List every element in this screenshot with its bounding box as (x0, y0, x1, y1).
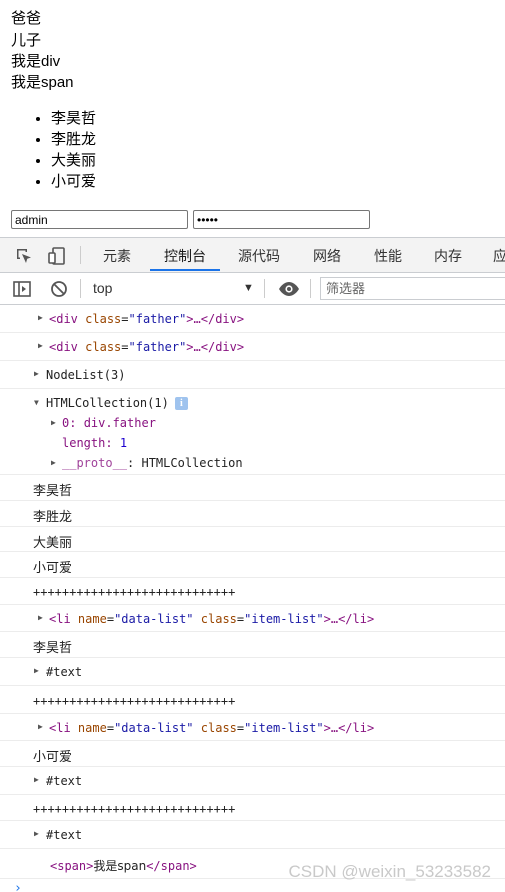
username-input[interactable] (11, 210, 188, 229)
context-select[interactable]: top (93, 273, 112, 304)
expand-arrow-icon[interactable]: ▶ (34, 666, 39, 675)
tab-sources[interactable]: 源代码 (238, 238, 280, 271)
console-row: 小可爱 (0, 741, 505, 767)
console-row[interactable]: ▶ #text (0, 821, 505, 849)
web-page: 爸爸 儿子 我是div 我是span 李昊哲 李胜龙 大美丽 小可爱 (0, 0, 505, 237)
console-row[interactable]: ▶ <li name="data-list" class="item-list"… (0, 605, 505, 632)
console-row-expanded[interactable]: ▼ HTMLCollection(1) i ▶ 0: div.father len… (0, 389, 505, 475)
sidebar-toggle-icon[interactable] (12, 279, 32, 299)
console-row[interactable]: ▶ NodeList(3) (0, 361, 505, 389)
expand-arrow-icon[interactable]: ▶ (34, 369, 39, 378)
tab-memory[interactable]: 内存 (434, 238, 462, 271)
device-toolbar-icon[interactable] (47, 246, 67, 266)
list-item: 小可爱 (51, 171, 96, 192)
console-row[interactable]: ▶ <div class="father">…</div> (0, 305, 505, 333)
console-row: 大美丽 (0, 527, 505, 552)
tab-console[interactable]: 控制台 (150, 238, 220, 271)
collection-proto: __proto__: HTMLCollection (62, 456, 243, 470)
htmlcollection-log: HTMLCollection(1) i (46, 396, 188, 410)
list-item: 大美丽 (51, 150, 96, 171)
expand-arrow-icon[interactable]: ▶ (38, 722, 43, 731)
expand-arrow-icon[interactable]: ▶ (34, 775, 39, 784)
filter-input[interactable]: 筛选器 (320, 277, 505, 300)
console-row[interactable]: ▶ <li name="data-list" class="item-list"… (0, 714, 505, 741)
devtools-tabbar: 元素 控制台 源代码 网络 性能 内存 应 (0, 238, 505, 273)
li-element-log: <li name="data-list" class="item-list">…… (49, 612, 375, 626)
watermark: CSDN @weixin_53233582 (288, 862, 491, 881)
console-row[interactable]: ▶ #text (0, 767, 505, 795)
log-text: 小可爱 (33, 750, 73, 765)
collection-item: 0: div.father (62, 416, 156, 430)
password-input[interactable] (193, 210, 370, 229)
console-row[interactable]: ▶ #text (0, 658, 505, 686)
log-text: 李胜龙 (33, 510, 73, 525)
collection-length: length: 1 (62, 436, 128, 450)
text-node-log: #text (46, 828, 83, 842)
text-div: 我是div (11, 53, 61, 70)
expand-arrow-icon[interactable]: ▶ (38, 313, 43, 322)
live-expression-eye-icon[interactable] (278, 279, 299, 299)
console-row: ++++++++++++++++++++++++++++ (0, 795, 505, 821)
console-output: ▶ <div class="father">…</div> ▶ <div cla… (0, 305, 505, 892)
console-row[interactable]: ▶ <div class="father">…</div> (0, 333, 505, 361)
log-text: 李昊哲 (33, 484, 73, 499)
separator-log: ++++++++++++++++++++++++++++ (33, 802, 236, 816)
text-father: 爸爸 (11, 10, 42, 27)
console-row: 小可爱 (0, 552, 505, 578)
span-element-log: <span>我是span</span> (50, 859, 197, 873)
dropdown-arrow-icon[interactable]: ▼ (243, 282, 254, 294)
console-row: ++++++++++++++++++++++++++++ (0, 686, 505, 714)
console-toolbar: top ▼ 筛选器 (0, 273, 505, 305)
tab-elements[interactable]: 元素 (103, 238, 131, 271)
tab-application[interactable]: 应 (493, 238, 505, 271)
expand-arrow-icon[interactable]: ▶ (51, 418, 56, 427)
separator-log: ++++++++++++++++++++++++++++ (33, 585, 236, 599)
expand-arrow-icon[interactable]: ▶ (38, 341, 43, 350)
text-node-log: #text (46, 665, 83, 679)
console-row: 李昊哲 (0, 632, 505, 658)
list-item: 李昊哲 (51, 108, 96, 129)
collapse-arrow-icon[interactable]: ▼ (34, 398, 39, 407)
text-son: 儿子 (11, 32, 42, 49)
list-item: 李胜龙 (51, 129, 96, 150)
tabbar-divider (80, 246, 81, 264)
text-node-log: #text (46, 774, 83, 788)
text-span: 我是span (11, 74, 74, 91)
devtools-panel: 元素 控制台 源代码 网络 性能 内存 应 top ▼ 筛选器 ▶ <div c… (0, 237, 505, 892)
clear-console-icon[interactable] (49, 279, 69, 299)
inspect-element-icon[interactable] (14, 246, 34, 266)
log-text: 小可爱 (33, 561, 73, 576)
expand-arrow-icon[interactable]: ▶ (51, 458, 56, 467)
log-text: 李昊哲 (33, 641, 73, 656)
tab-network[interactable]: 网络 (313, 238, 341, 271)
console-row: ++++++++++++++++++++++++++++ (0, 578, 505, 605)
console-row: 李胜龙 (0, 501, 505, 527)
toolbar-divider (80, 279, 81, 298)
expand-arrow-icon[interactable]: ▶ (38, 613, 43, 622)
separator-log: ++++++++++++++++++++++++++++ (33, 694, 236, 708)
console-prompt-icon[interactable]: › (14, 881, 22, 892)
info-icon[interactable]: i (174, 397, 188, 410)
toolbar-divider (310, 279, 311, 298)
div-element-log: <div class="father">…</div> (49, 340, 245, 354)
div-element-log: <div class="father">…</div> (49, 312, 245, 326)
li-element-log: <li name="data-list" class="item-list">…… (49, 721, 375, 735)
toolbar-divider (264, 279, 265, 298)
nodelist-log: NodeList(3) (46, 368, 126, 382)
name-list: 李昊哲 李胜龙 大美丽 小可爱 (0, 108, 96, 192)
expand-arrow-icon[interactable]: ▶ (34, 829, 39, 838)
console-row: 李昊哲 (0, 475, 505, 501)
log-text: 大美丽 (33, 536, 73, 551)
tab-performance[interactable]: 性能 (374, 238, 402, 271)
